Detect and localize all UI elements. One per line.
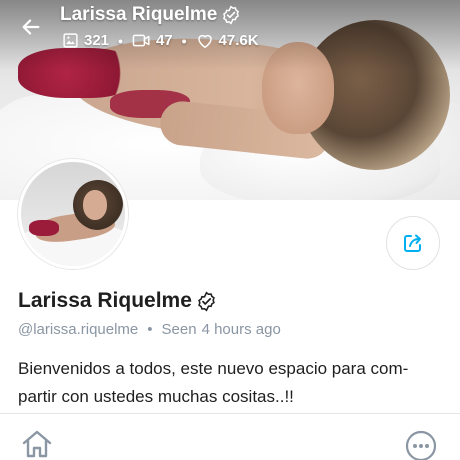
likes-count: 47.6K: [218, 32, 259, 49]
stat-likes: 47.6K: [196, 32, 259, 49]
more-button[interactable]: [404, 429, 438, 460]
video-icon: [132, 34, 150, 47]
divider: [0, 413, 460, 414]
share-icon: [404, 234, 421, 252]
profile-name-group: Larissa Riquelme: [18, 289, 217, 313]
image-icon: [63, 33, 78, 48]
stat-videos: 47: [132, 32, 173, 49]
profile-meta: @larissa.riquelme • Seen 4 hours ago: [18, 321, 281, 338]
username: @larissa.riquelme: [18, 321, 139, 338]
verified-badge-icon: [198, 291, 215, 311]
heart-icon: [197, 34, 212, 48]
profile-name: Larissa Riquelme: [18, 289, 192, 312]
videos-count: 47: [155, 32, 173, 49]
header-title: Larissa Riquelme: [60, 4, 218, 25]
seen-time: 4 hours ago: [201, 321, 281, 338]
profile-header: Larissa Riquelme 321 • 47 • 47.6K: [0, 0, 460, 60]
photos-count: 321: [84, 32, 110, 49]
profile-bio: Bienvenidos a todos, este nuevo espacio …: [18, 359, 409, 406]
more-icon: [405, 430, 437, 460]
verified-badge-icon: [223, 5, 240, 25]
share-button[interactable]: [386, 216, 440, 270]
home-button[interactable]: [20, 428, 54, 460]
arrow-left-icon: [22, 19, 40, 35]
stat-photos: 321: [62, 32, 109, 49]
home-icon: [22, 430, 52, 458]
back-button[interactable]: [14, 10, 48, 44]
avatar[interactable]: [18, 159, 128, 269]
profile-stats: 321 • 47 • 47.6K: [62, 32, 259, 49]
header-title-group: Larissa Riquelme: [60, 4, 241, 26]
seen-label: Seen: [161, 321, 197, 338]
